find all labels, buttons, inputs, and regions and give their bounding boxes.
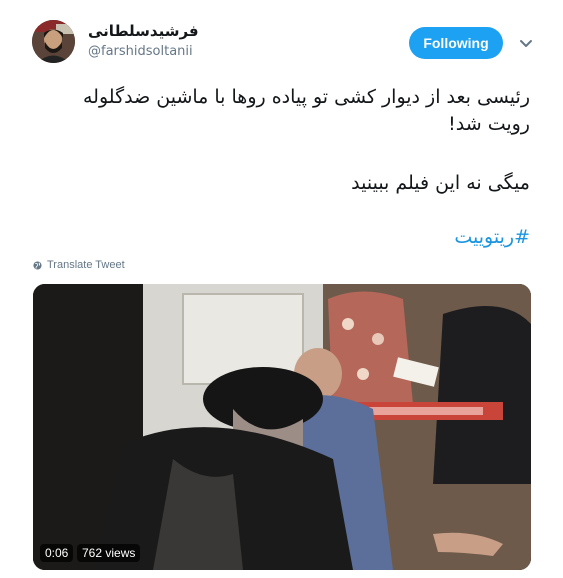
- video-player[interactable]: 0:06 762 views: [33, 284, 531, 570]
- tweet-card: فرشیدسلطانی @farshidsoltanii Following ر…: [0, 0, 563, 578]
- translate-label: Translate Tweet: [47, 259, 125, 271]
- translate-tweet-link[interactable]: Translate Tweet: [33, 259, 125, 271]
- video-time-badge: 0:06: [40, 544, 74, 562]
- tweet-text-line-1: رئیسی بعد از دیوار کشی تو پیاده روها با …: [83, 86, 530, 108]
- author-display-name[interactable]: فرشیدسلطانی: [88, 22, 199, 40]
- following-button[interactable]: Following: [409, 27, 503, 59]
- tweet-text-line-3: میگی نه این فیلم ببینید: [351, 172, 530, 194]
- video-thumbnail: [33, 284, 531, 570]
- chevron-down-icon[interactable]: [518, 35, 534, 51]
- video-views-badge: 762 views: [77, 544, 141, 562]
- avatar[interactable]: [32, 20, 75, 63]
- globe-icon: [33, 260, 42, 270]
- tweet-text-line-2: رویت شد!: [448, 113, 530, 135]
- hashtag-link[interactable]: #ریتوییت: [454, 226, 530, 248]
- author-handle[interactable]: @farshidsoltanii: [88, 44, 193, 59]
